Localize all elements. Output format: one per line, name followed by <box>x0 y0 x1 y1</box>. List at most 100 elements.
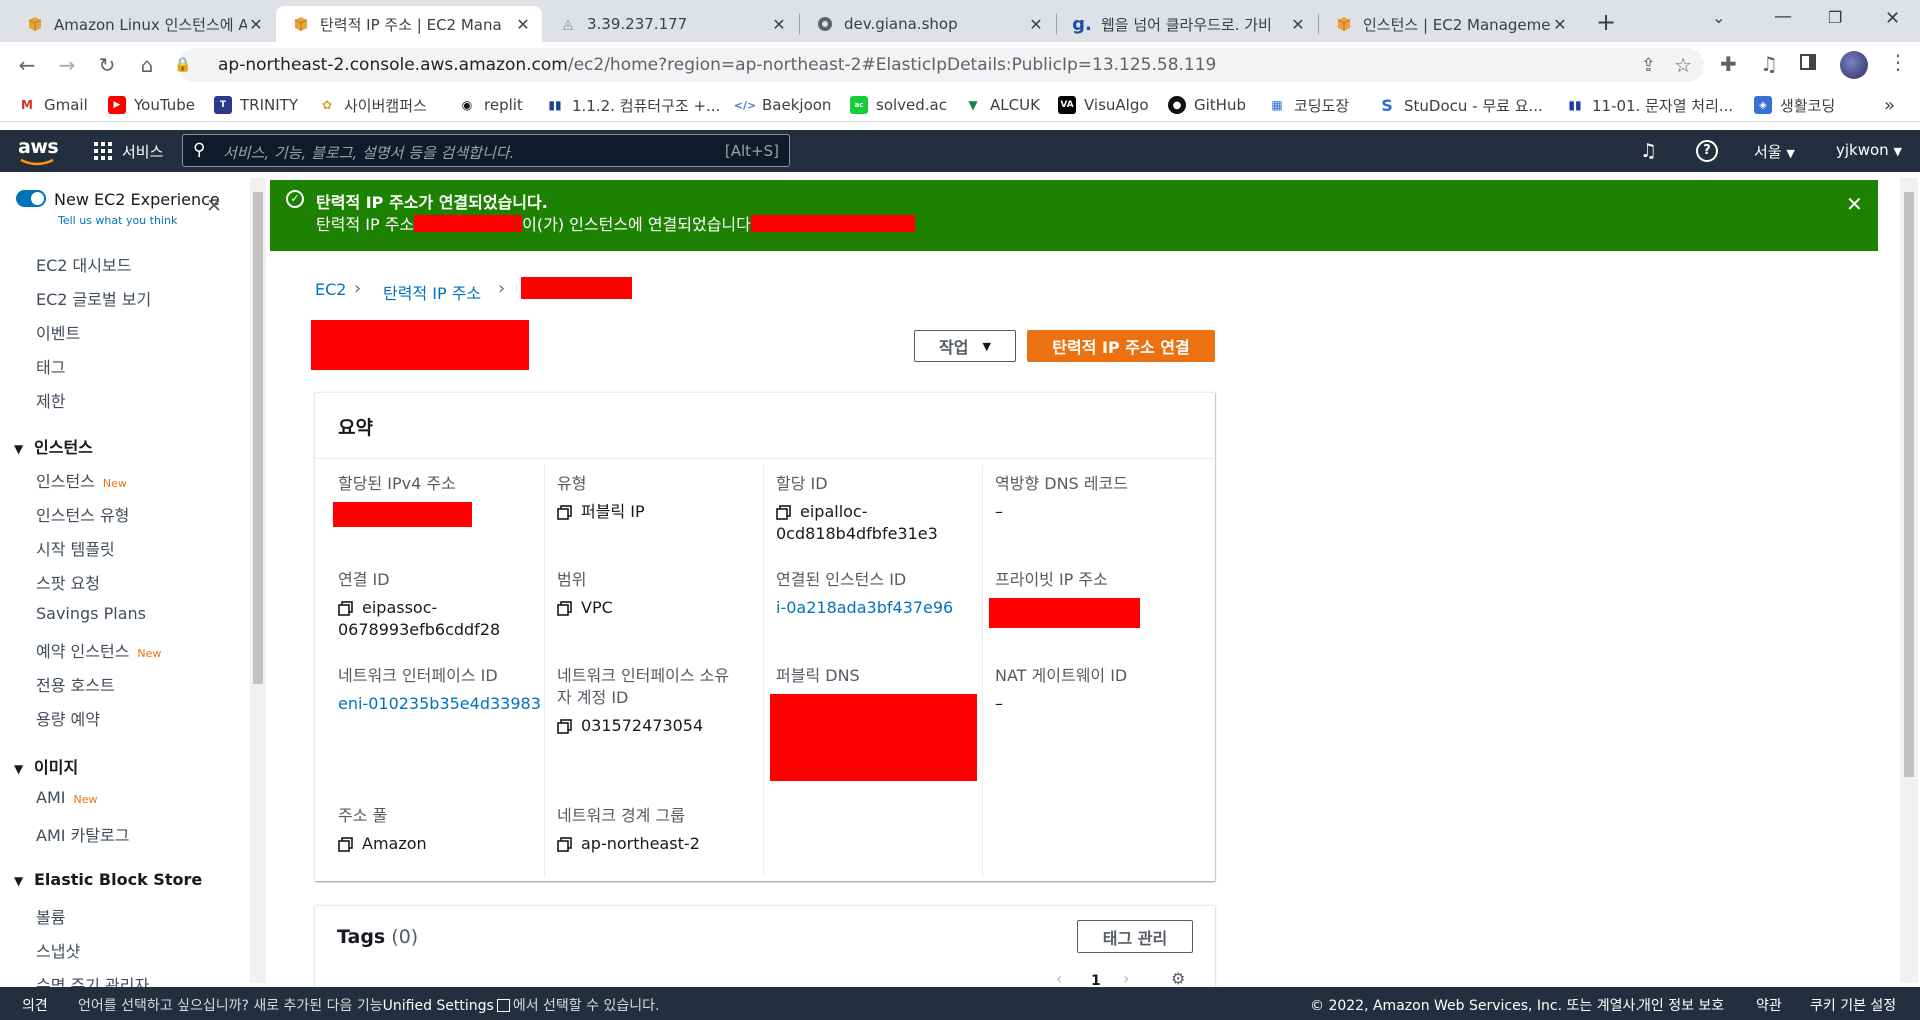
forward-icon[interactable]: → <box>52 50 82 80</box>
copy-icon[interactable] <box>557 833 575 855</box>
bookmark-youtube[interactable]: ▶ YouTube <box>108 94 195 116</box>
copy-icon[interactable] <box>776 501 794 523</box>
sidebar-item-limits[interactable]: 제한 <box>36 388 65 412</box>
bookmark-star-icon[interactable]: ☆ <box>1674 53 1692 77</box>
bookmark-solvedac[interactable]: ac solved.ac <box>850 94 947 116</box>
aws-logo[interactable]: aws <box>18 136 59 158</box>
restore-icon[interactable]: ❐ <box>1828 8 1842 27</box>
bell-icon[interactable]: ♫ <box>1640 140 1657 162</box>
menu-dots-icon[interactable]: ⋮ <box>1888 50 1908 74</box>
help-icon[interactable]: ? <box>1696 140 1718 162</box>
sidebar-section-images[interactable]: ▼ 이미지 <box>14 754 78 778</box>
sidebar-section-instances[interactable]: ▼ 인스턴스 <box>14 434 93 458</box>
share-icon[interactable]: ⇪ <box>1641 55 1656 76</box>
bookmark-replit[interactable]: ◉ replit <box>458 94 523 116</box>
scrollbar-thumb[interactable] <box>253 192 263 684</box>
sidebar-item-capacity-reservations[interactable]: 용량 예약 <box>36 706 100 730</box>
scrollbar-thumb[interactable] <box>1904 192 1914 777</box>
chevron-left-icon[interactable]: ‹ <box>1056 969 1062 988</box>
services-grid-icon[interactable] <box>94 142 112 160</box>
tab-search-icon[interactable]: ⌄ <box>1712 8 1725 27</box>
bookmark-visualgo[interactable]: VA VisuAlgo <box>1058 94 1149 116</box>
minimize-icon[interactable]: — <box>1774 6 1792 27</box>
new-experience-toggle[interactable] <box>16 190 46 207</box>
close-icon[interactable]: ✕ <box>514 15 532 34</box>
sidebar-item-reserved-instances[interactable]: 예약 인스턴스 New <box>36 638 161 662</box>
extensions-icon[interactable]: ✚ <box>1720 52 1737 76</box>
back-icon[interactable]: ← <box>12 50 42 80</box>
browser-tab[interactable]: dev.giana.shop ✕ <box>800 6 1055 42</box>
home-icon[interactable]: ⌂ <box>132 50 162 80</box>
close-icon[interactable]: ✕ <box>770 15 788 34</box>
sidebar-item-snapshots[interactable]: 스냅샷 <box>36 938 80 962</box>
copy-icon[interactable] <box>557 501 575 523</box>
sidebar-section-ebs[interactable]: ▼ Elastic Block Store <box>14 870 202 889</box>
breadcrumb-elastic-ip[interactable]: 탄력적 IP 주소 <box>383 280 481 304</box>
browser-tab[interactable]: g. 웹을 넘어 클라우드로. 가비 ✕ <box>1057 6 1317 42</box>
browser-tab[interactable]: ◬ 3.39.237.177 ✕ <box>543 6 798 42</box>
region-selector[interactable]: 서울 ▼ <box>1754 141 1795 162</box>
bookmark-codingdojang[interactable]: ▦ 코딩도장 <box>1268 94 1349 116</box>
sidebar-item-spot-requests[interactable]: 스팟 요청 <box>36 570 100 594</box>
bookmark-gmail[interactable]: M Gmail <box>18 94 88 116</box>
copy-icon[interactable] <box>557 715 575 737</box>
bookmarks-more[interactable]: » <box>1884 94 1895 116</box>
sidebar-item-lifecycle-manager[interactable]: 수명 주기 관리자 <box>36 972 149 987</box>
bookmark-trinity[interactable]: T TRINITY <box>214 94 298 116</box>
new-tab-icon[interactable]: + <box>1596 8 1616 36</box>
settings-gear-icon[interactable]: ⚙ <box>1171 969 1185 988</box>
bookmark-studocu[interactable]: S StuDocu - 무료 요... <box>1378 94 1543 116</box>
instance-id-link[interactable]: i-0a218ada3bf437e96 <box>776 597 953 619</box>
sidebar-scrollbar[interactable] <box>250 178 266 983</box>
close-icon[interactable]: ✕ <box>1289 15 1307 34</box>
close-icon[interactable]: ✕ <box>1551 15 1569 34</box>
sidebar-item-savings-plans[interactable]: Savings Plans <box>36 604 146 623</box>
sidebar-item-instances[interactable]: 인스턴스 New <box>36 468 127 492</box>
manage-tags-button[interactable]: 태그 관리 <box>1077 920 1193 953</box>
reload-icon[interactable]: ↻ <box>92 50 122 80</box>
unified-settings-link[interactable]: Unified Settings <box>383 998 494 1014</box>
copy-icon[interactable] <box>338 597 356 619</box>
close-icon[interactable]: ✕ <box>1027 15 1045 34</box>
copy-icon[interactable] <box>338 833 356 855</box>
privacy-link[interactable]: 개인 정보 보호 <box>1638 995 1724 1015</box>
sidebar-item-tags[interactable]: 태그 <box>36 354 65 378</box>
services-menu[interactable]: 서비스 <box>122 141 163 162</box>
copy-icon[interactable] <box>557 597 575 619</box>
close-icon[interactable]: ✕ <box>247 15 265 34</box>
associate-eip-button[interactable]: 탄력적 IP 주소 연결 <box>1027 330 1215 362</box>
sidebar-item-dashboard[interactable]: EC2 대시보드 <box>36 252 131 276</box>
sidebar-item-launch-templates[interactable]: 시작 템플릿 <box>36 536 115 560</box>
browser-tab[interactable]: Amazon Linux 인스턴스에 A ✕ <box>10 6 275 42</box>
sidebar-item-dedicated-hosts[interactable]: 전용 호스트 <box>36 672 115 696</box>
bookmark-github[interactable]: ● GitHub <box>1168 94 1246 116</box>
sidebar-item-ami[interactable]: AMI New <box>36 788 97 807</box>
sidebar-item-volumes[interactable]: 볼륨 <box>36 904 65 928</box>
bookmark-opentutorials[interactable]: ◈ 생활코딩 <box>1754 94 1835 116</box>
media-icon[interactable]: ♫ <box>1760 52 1778 76</box>
sidebar-item-events[interactable]: 이벤트 <box>36 320 80 344</box>
window-close-icon[interactable]: ✕ <box>1885 8 1900 29</box>
browser-tab-active[interactable]: 탄력적 IP 주소 | EC2 Mana ✕ <box>276 6 542 42</box>
sidepanel-icon[interactable] <box>1800 54 1816 70</box>
sidebar-item-global-view[interactable]: EC2 글로벌 보기 <box>36 286 151 310</box>
avatar[interactable] <box>1840 51 1868 79</box>
bookmark-cybercampus[interactable]: ✿ 사이버캠퍼스 <box>318 94 427 116</box>
sidebar-item-ami-catalog[interactable]: AMI 카탈로그 <box>36 822 129 846</box>
user-menu[interactable]: yjkwon ▼ <box>1836 141 1902 159</box>
close-icon[interactable]: ✕ <box>1846 192 1863 216</box>
sidebar-item-instance-types[interactable]: 인스턴스 유형 <box>36 502 129 526</box>
bookmark-baekjoon[interactable]: </> Baekjoon <box>734 94 832 116</box>
feedback-link[interactable]: 의견 <box>22 995 48 1015</box>
close-icon[interactable]: ✕ <box>206 195 222 217</box>
actions-dropdown[interactable]: 작업 ▼ <box>914 330 1016 362</box>
cookie-preferences-link[interactable]: 쿠키 기본 설정 <box>1810 995 1896 1015</box>
bookmark-string[interactable]: ▮▮ 11-01. 문자열 처리... <box>1566 94 1733 116</box>
lock-icon[interactable]: 🔒 <box>174 57 191 73</box>
breadcrumb-ec2[interactable]: EC2 <box>315 280 346 299</box>
aws-search-input[interactable]: ⚲ 서비스, 기능, 블로그, 설명서 등을 검색합니다. [Alt+S] <box>182 134 790 167</box>
bookmark-computer-arch[interactable]: ▮▮ 1.1.2. 컴퓨터구조 +... <box>546 94 720 116</box>
main-scrollbar[interactable] <box>1900 178 1918 983</box>
feedback-link[interactable]: Tell us what you think <box>58 214 177 227</box>
terms-link[interactable]: 약관 <box>1756 995 1782 1015</box>
